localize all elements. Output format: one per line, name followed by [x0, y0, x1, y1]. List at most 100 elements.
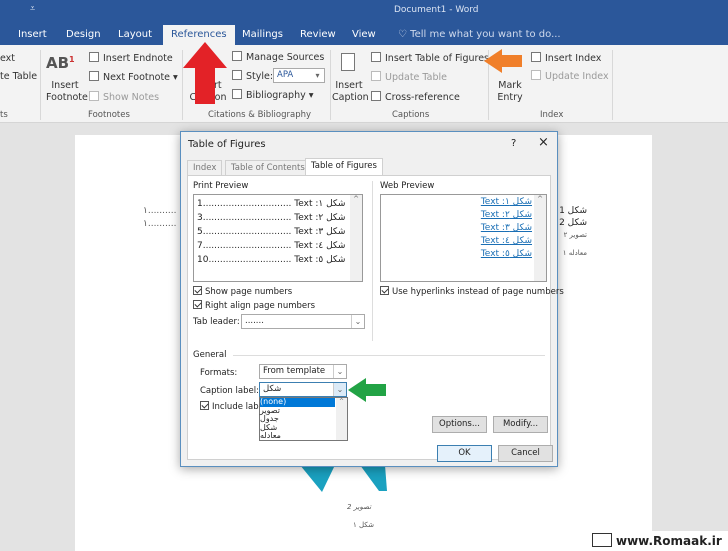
print-preview-scrollbar[interactable]: ^ [350, 195, 362, 281]
tab-leader-label: Tab leader: [193, 317, 240, 327]
update-index-icon [531, 70, 541, 80]
web-preview-scrollbar[interactable]: ^ [534, 195, 546, 281]
chevron-down-icon: ⌄ [351, 315, 364, 328]
red-arrow-annotation [183, 42, 227, 104]
chevron-down-icon: ⌄ [333, 365, 346, 378]
style-label: Style: [232, 70, 273, 82]
right-align-checkbox[interactable]: Right align page numbers [193, 300, 315, 311]
ribbon-tabs: Insert Design Layout References Mailings… [0, 22, 728, 45]
insert-endnote-button[interactable]: Insert Endnote [89, 52, 173, 64]
web-preview-link[interactable]: Text :شکل ٥ [381, 248, 532, 261]
caption-list-scrollbar[interactable]: ^ [336, 398, 347, 440]
toc-group-label: ts [0, 110, 8, 120]
index-group-label: Index [540, 110, 564, 120]
tell-me-box[interactable]: ♡ Tell me what you want to do... [392, 25, 567, 45]
show-page-numbers-checkbox[interactable]: Show page numbers [193, 286, 292, 297]
table-of-figures-dialog: Table of Figures ? × Index Table of Cont… [180, 131, 564, 467]
tab-mailings[interactable]: Mailings [236, 25, 289, 45]
document-captions: شکل 1 شکل 2 تصویر ۲ معادله ۱ [559, 206, 587, 257]
tab-view[interactable]: View [346, 25, 382, 45]
ok-button[interactable]: OK [437, 445, 492, 462]
title-bar: ⩡ Document1 - Word [0, 0, 728, 22]
cross-reference-icon [371, 91, 381, 101]
insert-footnote-button[interactable]: Insert Footnote [46, 80, 88, 104]
tab-layout[interactable]: Layout [112, 25, 158, 45]
print-preview-label: Print Preview [193, 181, 249, 191]
insert-table-of-figures-button[interactable]: Insert Table of Figures [371, 52, 489, 64]
bibliography-button[interactable]: Bibliography ▾ [232, 89, 314, 101]
caption-option[interactable]: معادله [260, 432, 347, 441]
document-caption-image: تصویر 2 [347, 503, 372, 511]
insert-index-icon [531, 52, 541, 62]
cross-reference-button[interactable]: Cross-reference [371, 91, 460, 103]
citations-group-label: Citations & Bibliography [208, 110, 312, 120]
tab-index[interactable]: Index [187, 160, 223, 175]
update-table-icon [371, 71, 381, 81]
web-preview-link[interactable]: Text :شکل ۲ [381, 209, 532, 222]
web-preview-link[interactable]: Text :شکل ۱ [381, 196, 532, 209]
next-footnote-icon [89, 71, 99, 81]
customize-qat-icon[interactable]: ⩡ [30, 4, 35, 14]
print-preview-box: 1............................... Text :ش… [193, 194, 363, 282]
update-index-button[interactable]: Update Index [531, 70, 609, 82]
tab-design[interactable]: Design [60, 25, 107, 45]
help-button[interactable]: ? [511, 138, 516, 149]
web-preview-box: Text :شکل ۱ Text :شکل ۲ Text :شکل ۳ Text… [380, 194, 547, 282]
options-button[interactable]: Options... [432, 416, 487, 433]
print-preview-row: 5............................... Text :ش… [197, 227, 346, 237]
document-image-shape [300, 465, 387, 492]
document-toc-lines: ١.......... ١.......... [143, 206, 177, 229]
update-toc-button[interactable]: te Table [0, 71, 37, 82]
toc-text-button[interactable]: ext [0, 53, 15, 64]
use-hyperlinks-checkbox[interactable]: Use hyperlinks instead of page numbers [380, 286, 564, 297]
watermark: www.Romaak.ir [588, 531, 728, 551]
endnote-icon [89, 52, 99, 62]
mark-entry-button[interactable]: Mark Entry [495, 80, 525, 104]
print-preview-row: 1............................... Text :ش… [197, 199, 346, 209]
tab-panel: Print Preview 1.........................… [187, 175, 564, 460]
insert-caption-button[interactable]: Insert Caption [332, 80, 369, 104]
lightbulb-icon: ♡ [398, 29, 411, 40]
caption-label-dropdown[interactable]: شکل ⌄ [259, 382, 347, 397]
chevron-down-icon: ⌄ [333, 383, 346, 396]
tell-me-text: Tell me what you want to do... [410, 29, 561, 40]
chevron-down-icon: ▾ [315, 71, 320, 80]
modify-button[interactable]: Modify... [493, 416, 548, 433]
style-dropdown[interactable]: APA ▾ [273, 68, 325, 83]
formats-label: Formats: [200, 368, 238, 378]
formats-dropdown[interactable]: From template ⌄ [259, 364, 347, 379]
next-footnote-button[interactable]: Next Footnote ▾ [89, 71, 178, 83]
web-preview-label: Web Preview [380, 181, 435, 191]
document-caption-figure: شکل ۱ [353, 521, 375, 529]
close-button[interactable]: × [538, 135, 549, 150]
orange-arrow-annotation [484, 49, 522, 73]
tab-table-of-contents[interactable]: Table of Contents [225, 160, 311, 175]
footnotes-group-label: Footnotes [88, 110, 130, 120]
show-notes-icon [89, 91, 99, 101]
captions-group-label: Captions [392, 110, 430, 120]
logo-icon [592, 533, 612, 547]
general-label: General [193, 350, 227, 360]
tab-review[interactable]: Review [294, 25, 342, 45]
caption-label-label: Caption label: [200, 386, 259, 396]
web-preview-link[interactable]: Text :شکل ٤ [381, 235, 532, 248]
web-preview-link[interactable]: Text :شکل ۳ [381, 222, 532, 235]
show-notes-button[interactable]: Show Notes [89, 91, 159, 103]
table-of-figures-icon [371, 52, 381, 62]
tab-table-of-figures[interactable]: Table of Figures [305, 158, 383, 175]
insert-index-button[interactable]: Insert Index [531, 52, 601, 64]
insert-caption-icon [341, 53, 355, 71]
cancel-button[interactable]: Cancel [498, 445, 553, 462]
print-preview-row: 3............................... Text :ش… [197, 213, 346, 223]
print-preview-row: 10............................. Text :شک… [197, 255, 346, 265]
green-arrow-annotation [348, 378, 386, 402]
tab-leader-dropdown[interactable]: ....... ⌄ [241, 314, 365, 329]
manage-sources-button[interactable]: Manage Sources [232, 51, 324, 63]
caption-label-list[interactable]: (none) تصویر جدول شکل معادله ^ [259, 397, 348, 441]
update-table-button[interactable]: Update Table [371, 71, 447, 83]
dialog-title: Table of Figures [188, 139, 266, 150]
include-label-checkbox[interactable]: Include labe [200, 401, 264, 412]
tab-insert[interactable]: Insert [12, 25, 53, 45]
window-title: Document1 - Word [394, 5, 479, 15]
print-preview-row: 7............................... Text :ش… [197, 241, 346, 251]
